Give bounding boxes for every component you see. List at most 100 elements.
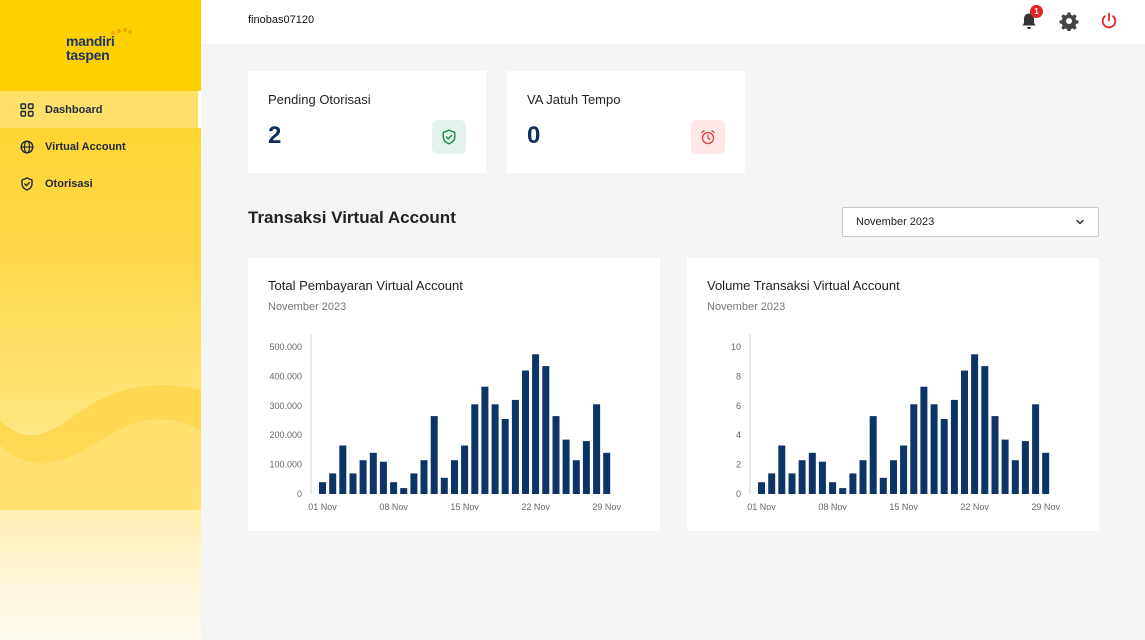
total-pembayaran-chart: 0 100.000 200.000 300.000 400.000 500.000 01 N… — [269, 334, 621, 512]
pembayaran-bar-2[interactable] — [329, 473, 337, 494]
pembayaran-bar-26[interactable] — [572, 460, 580, 494]
sidebar-nav: Dashboard Virtual Account Otorisasi — [0, 91, 201, 202]
pembayaran-bar-7[interactable] — [379, 461, 387, 494]
y-tick-label: 4 — [736, 430, 741, 440]
pending-otorisasi-card[interactable]: Pending Otorisasi 2 — [248, 71, 486, 173]
pembayaran-bar-25[interactable] — [562, 439, 570, 494]
pembayaran-bar-21[interactable] — [522, 370, 529, 495]
volume-bar-27[interactable] — [1021, 441, 1029, 494]
pembayaran-bar-15[interactable] — [461, 445, 469, 495]
sidebar: mandiri taspen Dashboard Virtual Account… — [0, 0, 201, 640]
brand-logo[interactable]: mandiri taspen — [66, 28, 146, 63]
volume-bar-14[interactable] — [890, 460, 897, 494]
volume-bar-2[interactable] — [768, 473, 776, 494]
volume-bar-28[interactable] — [1032, 404, 1040, 494]
volume-bar-26[interactable] — [1011, 460, 1019, 494]
x-tick-label: 08 Nov — [379, 502, 408, 512]
volume-transaksi-chart: 0 2 4 6 8 10 01 Nov 08 Nov 15 Nov 22 Nov 29 Nov — [731, 334, 1060, 512]
pembayaran-bar-20[interactable] — [511, 399, 519, 494]
pembayaran-bar-14[interactable] — [451, 460, 458, 494]
section-title: Transaksi Virtual Account — [248, 208, 456, 227]
pembayaran-bar-3[interactable] — [339, 445, 347, 495]
chart-subtitle: November 2023 — [268, 301, 347, 313]
shield-check-icon — [20, 176, 34, 191]
volume-bar-29[interactable] — [1042, 452, 1050, 494]
pembayaran-bar-12[interactable] — [430, 416, 438, 494]
stat-title: Pending Otorisasi — [268, 92, 371, 107]
y-tick-label: 6 — [736, 401, 741, 411]
volume-bar-7[interactable] — [818, 461, 826, 494]
pembayaran-bar-17[interactable] — [481, 386, 489, 494]
volume-bar-11[interactable] — [859, 460, 867, 494]
top-header: finobas07120 1 — [201, 0, 1145, 44]
y-tick-label: 200.000 — [269, 430, 302, 440]
volume-bar-24[interactable] — [991, 416, 999, 494]
brand-line-2: taspen — [66, 47, 110, 63]
sidebar-item-dashboard[interactable]: Dashboard — [0, 91, 201, 128]
x-tick-label: 29 Nov — [592, 502, 621, 512]
grid-icon — [20, 102, 34, 117]
volume-bar-6[interactable] — [808, 452, 816, 494]
pembayaran-bar-11[interactable] — [420, 460, 428, 494]
volume-bar-1[interactable] — [758, 482, 765, 494]
volume-bar-13[interactable] — [879, 477, 887, 494]
chart-card-total-pembayaran: Total Pembayaran Virtual Account Novembe… — [248, 258, 660, 531]
x-tick-label: 15 Nov — [450, 502, 479, 512]
logout-button[interactable] — [1099, 11, 1119, 31]
pembayaran-bar-18[interactable] — [491, 404, 499, 494]
pembayaran-bar-5[interactable] — [359, 460, 367, 494]
y-tick-label: 2 — [736, 460, 741, 470]
settings-button[interactable] — [1059, 11, 1079, 32]
sidebar-item-virtual-account[interactable]: Virtual Account — [0, 128, 201, 165]
pembayaran-bar-4[interactable] — [349, 473, 357, 494]
pembayaran-bar-22[interactable] — [532, 354, 540, 494]
volume-bar-8[interactable] — [829, 482, 837, 494]
pembayaran-bar-8[interactable] — [390, 482, 398, 494]
chevron-down-icon — [1076, 219, 1084, 225]
globe-icon — [20, 139, 34, 154]
shield-check-icon — [432, 120, 466, 154]
volume-bar-5[interactable] — [798, 460, 806, 494]
pembayaran-bar-24[interactable] — [552, 416, 560, 494]
volume-bar-20[interactable] — [950, 399, 958, 494]
month-select-dropdown[interactable]: November 2023 — [842, 207, 1099, 237]
x-tick-label: 01 Nov — [308, 502, 337, 512]
va-jatuh-tempo-card[interactable]: VA Jatuh Tempo 0 — [507, 71, 745, 173]
logo-area: mandiri taspen — [0, 0, 201, 91]
pembayaran-bar-1[interactable] — [319, 482, 326, 494]
volume-bar-16[interactable] — [910, 404, 918, 494]
y-tick-label: 400.000 — [269, 371, 302, 381]
volume-bar-17[interactable] — [920, 386, 928, 494]
volume-bar-4[interactable] — [788, 473, 796, 494]
notifications-button[interactable]: 1 — [1019, 5, 1043, 31]
chart-title: Volume Transaksi Virtual Account — [707, 278, 900, 293]
volume-bar-19[interactable] — [940, 419, 948, 494]
pembayaran-bar-28[interactable] — [593, 404, 601, 494]
volume-bar-10[interactable] — [849, 473, 857, 494]
volume-bar-22[interactable] — [971, 354, 979, 494]
volume-bar-25[interactable] — [1001, 439, 1009, 494]
pembayaran-bar-10[interactable] — [410, 473, 418, 494]
pembayaran-bar-9[interactable] — [400, 488, 408, 494]
pembayaran-bar-27[interactable] — [582, 441, 590, 494]
volume-bar-9[interactable] — [839, 488, 847, 494]
pembayaran-bar-13[interactable] — [440, 477, 448, 494]
pembayaran-bar-16[interactable] — [471, 404, 479, 494]
pembayaran-bar-29[interactable] — [603, 452, 611, 494]
pembayaran-bar-6[interactable] — [369, 452, 377, 494]
month-select-value: November 2023 — [856, 216, 935, 228]
volume-bar-3[interactable] — [778, 445, 786, 495]
sidebar-item-label: Virtual Account — [45, 140, 126, 153]
pembayaran-bar-23[interactable] — [542, 366, 550, 494]
volume-bar-12[interactable] — [869, 416, 877, 494]
x-tick-label: 22 Nov — [521, 502, 550, 512]
brand-line-1: mandiri — [66, 33, 115, 49]
pembayaran-bar-19[interactable] — [501, 419, 509, 494]
volume-bar-21[interactable] — [961, 370, 968, 495]
volume-bar-23[interactable] — [981, 366, 989, 494]
y-tick-label: 100.000 — [269, 460, 302, 470]
sidebar-wave-decoration — [0, 385, 201, 510]
volume-bar-15[interactable] — [900, 445, 908, 495]
sidebar-item-otorisasi[interactable]: Otorisasi — [0, 165, 201, 202]
volume-bar-18[interactable] — [930, 404, 938, 494]
